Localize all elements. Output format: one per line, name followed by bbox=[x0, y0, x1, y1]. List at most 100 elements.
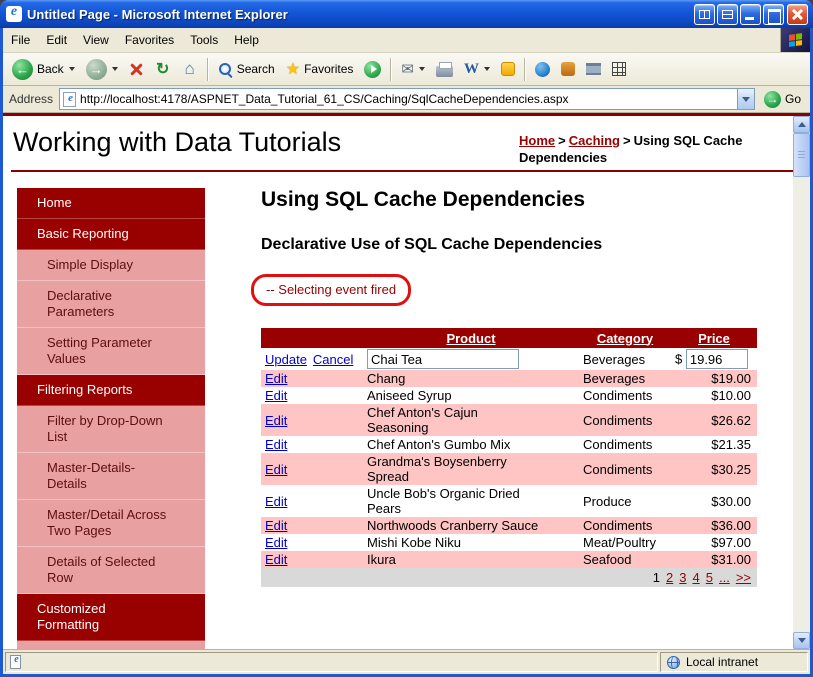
pager-link[interactable]: >> bbox=[736, 570, 751, 585]
toolbar-separator bbox=[206, 57, 209, 81]
msn-icon bbox=[535, 61, 550, 77]
print-button[interactable] bbox=[431, 55, 458, 83]
update-link[interactable]: Update bbox=[265, 352, 307, 367]
event-message-box: -- Selecting event fired bbox=[251, 274, 412, 306]
menu-item-file[interactable]: File bbox=[3, 28, 38, 52]
grid-icon bbox=[612, 62, 626, 76]
scroll-thumb[interactable] bbox=[793, 133, 810, 177]
edit-link[interactable]: Edit bbox=[265, 437, 287, 452]
price-cell: $97.00 bbox=[711, 535, 751, 550]
sidebar-item-label: Master-Details-Details bbox=[47, 460, 136, 491]
cancel-link[interactable]: Cancel bbox=[313, 352, 353, 367]
table-row: Edit Chef Anton's Cajun Seasoning Condimen… bbox=[261, 404, 757, 436]
sidebar-item-format-colors[interactable]: Format Colors bbox=[17, 641, 205, 649]
edit-link[interactable]: Edit bbox=[265, 388, 287, 403]
maximize-button[interactable] bbox=[763, 3, 784, 25]
currency-symbol: $ bbox=[675, 351, 683, 367]
sort-link-product[interactable]: Product bbox=[446, 331, 495, 346]
edit-link[interactable]: Edit bbox=[265, 371, 287, 386]
go-button[interactable]: → Go bbox=[761, 90, 804, 108]
sidebar-item-master-detail-across-two-pages[interactable]: Master/Detail Across Two Pages bbox=[17, 500, 205, 547]
sidebar-item-details-of-selected-row[interactable]: Details of Selected Row bbox=[17, 547, 205, 594]
favorites-star-icon: ★ bbox=[285, 61, 301, 78]
window-controls bbox=[694, 3, 808, 25]
extra-window-button-1[interactable] bbox=[694, 3, 715, 25]
building-button[interactable] bbox=[581, 55, 606, 83]
sidebar-item-simple-display[interactable]: Simple Display bbox=[17, 250, 205, 281]
product-name-input[interactable] bbox=[367, 349, 519, 369]
table-row: Edit Grandma's Boysenberry Spread Condimen… bbox=[261, 453, 757, 485]
mail-button[interactable]: ✉ bbox=[396, 55, 430, 83]
address-input[interactable] bbox=[80, 90, 737, 108]
category-cell: Seafood bbox=[583, 552, 632, 567]
site-title: Working with Data Tutorials bbox=[13, 127, 342, 157]
forward-button[interactable]: → bbox=[81, 55, 123, 83]
product-name: Chang bbox=[367, 371, 406, 386]
back-button[interactable]: ← Back bbox=[7, 55, 80, 83]
back-icon: ← bbox=[12, 58, 33, 80]
vertical-scrollbar[interactable] bbox=[793, 116, 810, 649]
msn-button[interactable] bbox=[530, 55, 555, 83]
browser-window: Untitled Page - Microsoft Internet Explo… bbox=[0, 0, 813, 677]
scroll-down-button[interactable] bbox=[793, 632, 810, 649]
sidebar-item-setting-parameter-values[interactable]: Setting Parameter Values bbox=[17, 328, 205, 375]
table-row: Edit Chang Beverages $19.00 bbox=[261, 370, 757, 387]
chevron-down-icon bbox=[484, 67, 490, 71]
menu-item-help[interactable]: Help bbox=[226, 28, 267, 52]
category-cell: Condiments bbox=[583, 518, 653, 533]
edit-link[interactable]: Edit bbox=[265, 462, 287, 477]
breadcrumb-link-home[interactable]: Home bbox=[519, 133, 555, 148]
sort-link-price[interactable]: Price bbox=[698, 331, 730, 346]
sidebar-item-basic-reporting[interactable]: Basic Reporting bbox=[17, 219, 205, 250]
pager-row: 1 2 3 4 5... >> bbox=[261, 568, 757, 587]
mail-icon: ✉ bbox=[401, 61, 414, 78]
edit-link[interactable]: Edit bbox=[265, 494, 287, 509]
search-button[interactable]: Search bbox=[213, 55, 280, 83]
extra-window-button-2[interactable] bbox=[717, 3, 738, 25]
main-content: Using SQL Cache Dependencies Declarative… bbox=[251, 188, 793, 649]
menu-item-tools[interactable]: Tools bbox=[182, 28, 226, 52]
address-dropdown-button[interactable] bbox=[736, 89, 754, 109]
sidebar-item-customized-formatting[interactable]: Customized Formatting bbox=[17, 594, 205, 641]
refresh-button[interactable]: ↻ bbox=[150, 55, 176, 83]
pager-link[interactable]: 4 bbox=[693, 570, 700, 585]
home-button[interactable]: ⌂ bbox=[177, 55, 203, 83]
page-icon bbox=[63, 91, 77, 107]
sidebar-item-filtering-reports[interactable]: Filtering Reports bbox=[17, 375, 205, 406]
edit-word-button[interactable]: W bbox=[459, 55, 495, 83]
menu-item-view[interactable]: View bbox=[75, 28, 117, 52]
edit-link[interactable]: Edit bbox=[265, 535, 287, 550]
toolbar: ← Back → ↻ ⌂ Search ★ Favorites ✉ W bbox=[3, 53, 810, 86]
stop-button[interactable] bbox=[124, 55, 149, 83]
research-button[interactable] bbox=[556, 55, 580, 83]
edit-link[interactable]: Edit bbox=[265, 518, 287, 533]
pager-link[interactable]: ... bbox=[719, 570, 730, 585]
price-input[interactable] bbox=[685, 349, 748, 369]
menu-item-edit[interactable]: Edit bbox=[38, 28, 75, 52]
messenger-button[interactable] bbox=[496, 55, 520, 83]
close-button[interactable] bbox=[787, 3, 808, 25]
price-cell: $31.00 bbox=[711, 552, 751, 567]
status-zone-text: Local intranet bbox=[686, 655, 759, 669]
sidebar-item-declarative-parameters[interactable]: Declarative Parameters bbox=[17, 281, 205, 328]
sort-link-category[interactable]: Category bbox=[597, 331, 653, 346]
sidebar-item-home[interactable]: Home bbox=[17, 188, 205, 219]
minimize-button[interactable] bbox=[740, 3, 761, 25]
grid-button[interactable] bbox=[607, 55, 631, 83]
window-title: Untitled Page - Microsoft Internet Explo… bbox=[27, 6, 288, 22]
sidebar-item-label: Simple Display bbox=[47, 257, 133, 272]
pager-link[interactable]: 3 bbox=[679, 570, 686, 585]
scroll-up-button[interactable] bbox=[793, 116, 810, 133]
menu-item-favorites[interactable]: Favorites bbox=[117, 28, 182, 52]
breadcrumb-link-caching[interactable]: Caching bbox=[569, 133, 620, 148]
sidebar-item-master-details-details[interactable]: Master-Details-Details bbox=[17, 453, 205, 500]
favorites-button[interactable]: ★ Favorites bbox=[281, 55, 359, 83]
pager-link[interactable]: 2 bbox=[666, 570, 673, 585]
edit-link[interactable]: Edit bbox=[265, 413, 287, 428]
category-cell: Produce bbox=[583, 493, 632, 509]
media-button[interactable] bbox=[359, 55, 386, 83]
sidebar-item-filter-by-drop-down-list[interactable]: Filter by Drop-Down List bbox=[17, 406, 205, 453]
pager-link[interactable]: 5 bbox=[706, 570, 713, 585]
edit-link[interactable]: Edit bbox=[265, 552, 287, 567]
search-icon bbox=[218, 62, 233, 77]
